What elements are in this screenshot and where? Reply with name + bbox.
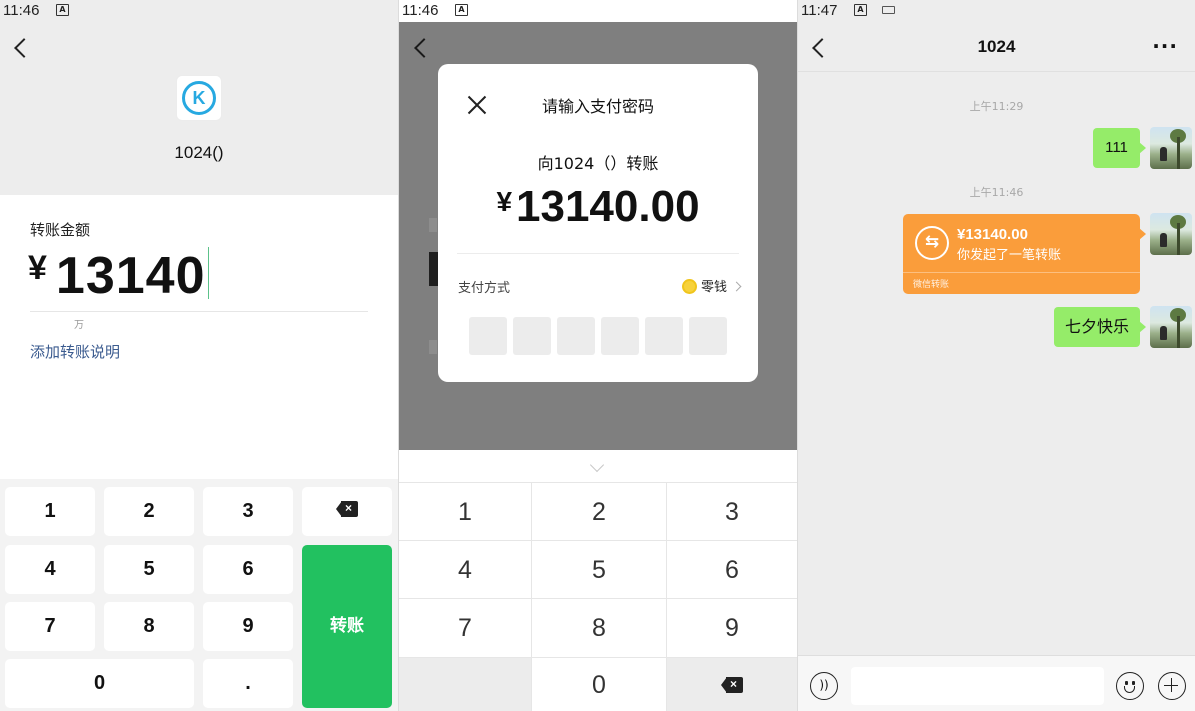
amount-keypad: 1 2 3 × 4 5 6 转账 7 8 9 0 . xyxy=(0,479,398,711)
amount-input[interactable]: ¥13140 xyxy=(28,246,210,306)
key-1[interactable]: 1 xyxy=(5,487,95,536)
transfer-icon: ⇆ xyxy=(915,226,949,260)
backspace-icon: × xyxy=(336,501,358,517)
backspace-icon: × xyxy=(721,677,743,693)
voice-icon[interactable]: )) xyxy=(810,672,838,700)
avatar[interactable] xyxy=(1150,213,1192,255)
key-4[interactable]: 4 xyxy=(399,540,531,598)
unit-hint: 万 xyxy=(74,320,84,331)
amount-underline xyxy=(30,311,368,312)
pay-method-label: 支付方式 xyxy=(458,281,511,296)
currency-symbol: ¥ xyxy=(496,186,513,217)
delete-key[interactable]: × xyxy=(302,487,392,536)
pin-box xyxy=(469,317,507,355)
pay-method-selector[interactable]: 零钱 xyxy=(681,276,742,295)
chat-header: 1024 ··· xyxy=(798,22,1195,72)
amount-label: 转账金额 xyxy=(30,221,91,239)
payment-password-screen: 11:46 A 请输入支付密码 向1024（）转账 ¥13140.00 支付方式… xyxy=(399,0,797,711)
key-6[interactable]: 6 xyxy=(203,545,293,594)
transfer-desc: 你发起了一笔转账 xyxy=(957,248,1062,263)
key-9[interactable]: 9 xyxy=(203,602,293,651)
text-cursor xyxy=(207,247,210,299)
key-2[interactable]: 2 xyxy=(104,487,194,536)
key-8[interactable]: 8 xyxy=(104,602,194,651)
chat-title: 1024 xyxy=(977,37,1016,56)
add-note-link[interactable]: 添加转账说明 xyxy=(30,341,120,362)
dialog-title: 请输入支付密码 xyxy=(541,97,654,116)
status-bar: 11:46 A xyxy=(399,0,797,22)
more-icon[interactable]: ··· xyxy=(1152,34,1178,58)
status-bar: 11:46 A xyxy=(0,0,398,22)
avatar[interactable] xyxy=(1150,127,1192,169)
coin-icon xyxy=(681,279,697,294)
key-2[interactable]: 2 xyxy=(531,482,666,540)
dialog-payee: 向1024（）转账 xyxy=(537,154,659,173)
status-time: 11:46 xyxy=(402,2,439,19)
pin-box xyxy=(601,317,639,355)
key-7[interactable]: 7 xyxy=(5,602,95,651)
message-input[interactable] xyxy=(851,667,1104,705)
password-input[interactable] xyxy=(469,317,727,355)
message-bubble[interactable]: 111 xyxy=(1093,128,1146,168)
message-bubble[interactable]: 七夕快乐 xyxy=(1054,307,1146,347)
payee-avatar: K xyxy=(176,75,222,121)
avatar[interactable] xyxy=(1150,306,1192,348)
notification-icon: A xyxy=(455,4,468,16)
key-9[interactable]: 9 xyxy=(666,598,797,657)
key-1[interactable]: 1 xyxy=(399,482,531,540)
chevron-right-icon xyxy=(731,281,742,292)
amount-value: 13140 xyxy=(55,247,206,305)
key-7[interactable]: 7 xyxy=(399,598,531,657)
dialog-divider xyxy=(457,253,739,254)
emoji-icon[interactable] xyxy=(1116,672,1144,700)
timestamp: 上午11:46 xyxy=(969,186,1024,199)
notification-icon: A xyxy=(854,4,867,16)
amount-value: 13140.00 xyxy=(516,182,700,231)
payee-name: 1024() xyxy=(174,143,224,162)
key-4[interactable]: 4 xyxy=(5,545,95,594)
key-0[interactable]: 0 xyxy=(531,657,666,711)
transfer-card[interactable]: ⇆ ¥13140.00 你发起了一笔转账 微信转账 xyxy=(903,214,1146,294)
chat-input-bar: )) xyxy=(798,655,1195,711)
pin-box xyxy=(645,317,683,355)
status-time: 11:46 xyxy=(3,2,40,19)
back-icon xyxy=(414,38,434,58)
timestamp: 上午11:29 xyxy=(969,100,1024,113)
empty-key xyxy=(399,657,531,711)
pin-box xyxy=(689,317,727,355)
dialog-amount: ¥13140.00 xyxy=(438,182,758,232)
password-dialog: 请输入支付密码 向1024（）转账 ¥13140.00 支付方式 零钱 xyxy=(438,64,758,382)
key-0[interactable]: 0 xyxy=(5,659,194,708)
keyboard-icon xyxy=(882,6,895,14)
key-3[interactable]: 3 xyxy=(666,482,797,540)
transfer-button[interactable]: 转账 xyxy=(302,545,392,708)
transfer-amount-screen: 11:46 A K 1024() 转账金额 ¥13140 万 添加转账说明 1 … xyxy=(0,0,398,711)
currency-symbol: ¥ xyxy=(28,249,48,287)
chat-screen: 11:47 A 1024 ··· 上午11:29 111 上午11:46 ⇆ ¥… xyxy=(798,0,1195,711)
pin-box xyxy=(557,317,595,355)
back-icon[interactable] xyxy=(14,38,34,58)
key-6[interactable]: 6 xyxy=(666,540,797,598)
key-5[interactable]: 5 xyxy=(531,540,666,598)
plus-icon[interactable] xyxy=(1158,672,1186,700)
delete-key[interactable]: × xyxy=(666,657,797,711)
key-8[interactable]: 8 xyxy=(531,598,666,657)
k-logo-icon: K xyxy=(182,81,216,115)
status-time: 11:47 xyxy=(801,2,838,19)
pay-method-value: 零钱 xyxy=(700,280,727,295)
password-keypad: 1 2 3 4 5 6 7 8 9 0 × xyxy=(399,450,797,711)
pin-box xyxy=(513,317,551,355)
transfer-footer: 微信转账 xyxy=(913,280,950,290)
transfer-divider xyxy=(903,272,1140,273)
key-5[interactable]: 5 xyxy=(104,545,194,594)
chevron-down-icon[interactable] xyxy=(589,457,605,473)
transfer-amount: ¥13140.00 xyxy=(957,226,1028,243)
key-3[interactable]: 3 xyxy=(203,487,293,536)
key-dot[interactable]: . xyxy=(203,659,293,708)
status-bar: 11:47 A xyxy=(798,0,1195,22)
notification-icon: A xyxy=(56,4,69,16)
